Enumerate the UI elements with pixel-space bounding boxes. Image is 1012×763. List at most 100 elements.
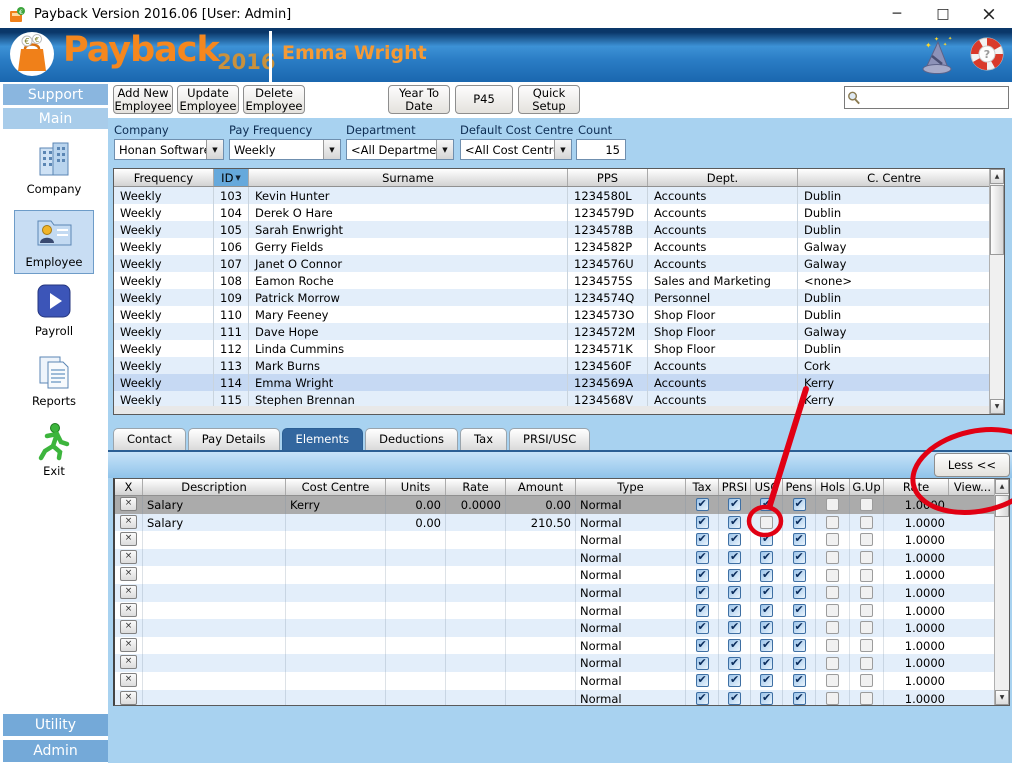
employee-row[interactable]: Weekly112Linda Cummins1234571KShop Floor… (114, 340, 989, 357)
usc-checkbox[interactable] (760, 551, 773, 564)
delete-element-button[interactable]: × (120, 515, 137, 529)
employee-table-scrollbar[interactable]: ▲ ▼ (989, 169, 1004, 414)
elements-column-header-type[interactable]: Type (576, 479, 686, 495)
default-cost-centre-filter-dropdown[interactable]: <All Cost Centre ▼ (460, 139, 572, 160)
pens-checkbox[interactable] (793, 692, 806, 705)
hols-checkbox[interactable] (826, 657, 839, 670)
prsi-checkbox[interactable] (728, 533, 741, 546)
chevron-down-icon[interactable]: ▼ (554, 140, 571, 159)
scroll-down-icon[interactable]: ▼ (990, 399, 1004, 414)
pay-frequency-filter-dropdown[interactable]: Weekly ▼ (229, 139, 341, 160)
prsi-checkbox[interactable] (728, 551, 741, 564)
element-row[interactable]: ×Normal1.0000 (115, 690, 994, 705)
elements-column-header-rate-multiplier[interactable]: Rate (884, 479, 949, 495)
element-row[interactable]: ×Normal1.0000 (115, 549, 994, 567)
pens-checkbox[interactable] (793, 604, 806, 617)
employee-row[interactable]: Weekly109Patrick Morrow1234574QPersonnel… (114, 289, 989, 306)
chevron-down-icon[interactable]: ▼ (436, 140, 453, 159)
employee-row[interactable]: Weekly113Mark Burns1234560FAccountsCork (114, 357, 989, 374)
element-row[interactable]: ×Normal1.0000 (115, 637, 994, 655)
sidebar-section-main[interactable]: Main (3, 108, 108, 129)
tab-elements[interactable]: Elements (282, 428, 364, 450)
hols-checkbox[interactable] (826, 533, 839, 546)
tax-checkbox[interactable] (696, 621, 709, 634)
hols-checkbox[interactable] (826, 516, 839, 529)
elements-column-header-amount[interactable]: Amount (506, 479, 576, 495)
pens-checkbox[interactable] (793, 657, 806, 670)
usc-checkbox[interactable] (760, 586, 773, 599)
gup-checkbox[interactable] (860, 604, 873, 617)
usc-checkbox[interactable] (760, 569, 773, 582)
tax-checkbox[interactable] (696, 498, 709, 511)
element-row[interactable]: ×Normal1.0000 (115, 672, 994, 690)
elements-column-header-units[interactable]: Units (386, 479, 446, 495)
prsi-checkbox[interactable] (728, 657, 741, 670)
tab-tax[interactable]: Tax (460, 428, 507, 450)
tab-prsi-usc[interactable]: PRSI/USC (509, 428, 590, 450)
hols-checkbox[interactable] (826, 498, 839, 511)
tax-checkbox[interactable] (696, 586, 709, 599)
delete-element-button[interactable]: × (120, 655, 137, 669)
prsi-checkbox[interactable] (728, 586, 741, 599)
delete-employee-button[interactable]: Delete Employee (243, 85, 305, 114)
maximize-button[interactable]: □ (920, 0, 966, 28)
hols-checkbox[interactable] (826, 674, 839, 687)
tax-checkbox[interactable] (696, 674, 709, 687)
delete-element-button[interactable]: × (120, 550, 137, 564)
sidebar-item-employee[interactable]: Employee (14, 210, 94, 274)
company-filter-dropdown[interactable]: Honan Software ▼ (114, 139, 224, 160)
gup-checkbox[interactable] (860, 674, 873, 687)
tab-deductions[interactable]: Deductions (365, 428, 458, 450)
close-button[interactable]: × (966, 0, 1012, 28)
column-header-dept[interactable]: Dept. (648, 169, 798, 186)
scrollbar-thumb[interactable] (990, 185, 1004, 255)
elements-column-header-gup[interactable]: G.Up (850, 479, 884, 495)
gup-checkbox[interactable] (860, 692, 873, 705)
hols-checkbox[interactable] (826, 551, 839, 564)
elements-column-header-description[interactable]: Description (143, 479, 286, 495)
delete-element-button[interactable]: × (120, 620, 137, 634)
element-row[interactable]: ×Normal1.0000 (115, 584, 994, 602)
tax-checkbox[interactable] (696, 639, 709, 652)
add-new-employee-button[interactable]: Add New Employee (113, 85, 173, 114)
elements-column-header-rate[interactable]: Rate (446, 479, 506, 495)
prsi-checkbox[interactable] (728, 639, 741, 652)
usc-checkbox[interactable] (760, 639, 773, 652)
pens-checkbox[interactable] (793, 569, 806, 582)
usc-checkbox[interactable] (760, 604, 773, 617)
hols-checkbox[interactable] (826, 692, 839, 705)
delete-element-button[interactable]: × (120, 497, 137, 511)
delete-element-button[interactable]: × (120, 691, 137, 705)
element-row[interactable]: ×Normal1.0000 (115, 566, 994, 584)
employee-row[interactable]: Weekly110Mary Feeney1234573OShop FloorDu… (114, 306, 989, 323)
delete-element-button[interactable]: × (120, 585, 137, 599)
hols-checkbox[interactable] (826, 604, 839, 617)
column-header-ccentre[interactable]: C. Centre (798, 169, 990, 186)
element-row[interactable]: ×Normal1.0000 (115, 531, 994, 549)
employee-row[interactable]: Weekly107Janet O Connor1234576UAccountsG… (114, 255, 989, 272)
employee-row[interactable]: Weekly114Emma Wright1234569AAccountsKerr… (114, 374, 989, 391)
employee-row[interactable]: Weekly111Dave Hope1234572MShop FloorGalw… (114, 323, 989, 340)
elements-column-header-x[interactable]: X (115, 479, 143, 495)
pens-checkbox[interactable] (793, 551, 806, 564)
column-header-surname[interactable]: Surname (249, 169, 568, 186)
tax-checkbox[interactable] (696, 551, 709, 564)
scroll-up-icon[interactable]: ▲ (995, 479, 1009, 494)
gup-checkbox[interactable] (860, 586, 873, 599)
column-header-pps[interactable]: PPS (568, 169, 648, 186)
usc-checkbox[interactable] (760, 657, 773, 670)
pens-checkbox[interactable] (793, 674, 806, 687)
tab-contact[interactable]: Contact (113, 428, 186, 450)
scroll-down-icon[interactable]: ▼ (995, 690, 1009, 705)
tax-checkbox[interactable] (696, 657, 709, 670)
sidebar-section-utility[interactable]: Utility (3, 714, 108, 736)
pens-checkbox[interactable] (793, 586, 806, 599)
elements-table-scrollbar[interactable]: ▲ ▼ (994, 479, 1009, 705)
gup-checkbox[interactable] (860, 533, 873, 546)
usc-checkbox[interactable] (760, 621, 773, 634)
delete-element-button[interactable]: × (120, 603, 137, 617)
employee-row[interactable]: Weekly105Sarah Enwright1234578BAccountsD… (114, 221, 989, 238)
year-to-date-button[interactable]: Year To Date (388, 85, 450, 114)
usc-checkbox[interactable] (760, 692, 773, 705)
element-row[interactable]: ×Normal1.0000 (115, 654, 994, 672)
